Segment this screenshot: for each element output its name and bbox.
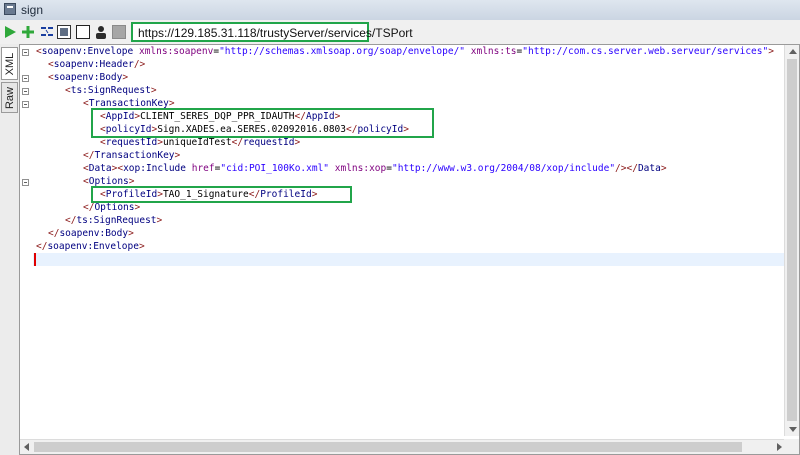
window-icon[interactable] [57, 25, 71, 39]
code-line: </soapenv:Envelope> [36, 241, 145, 252]
code-line: <ts:SignRequest> [65, 85, 157, 96]
code-line: </Options> [83, 202, 141, 213]
code-line: <TransactionKey> [83, 98, 175, 109]
fold-icon[interactable] [22, 179, 29, 186]
code-area[interactable]: <soapenv:Envelope xmlns:soapenv="http://… [33, 45, 786, 436]
scroll-up-icon[interactable] [789, 49, 797, 54]
code-line: </TransactionKey> [83, 150, 181, 161]
tab-raw-label: Raw [3, 86, 16, 109]
horizontal-scrollbar[interactable] [20, 439, 786, 454]
window-title: sign [21, 3, 44, 17]
add-icon[interactable] [21, 25, 35, 39]
code-line: <requestId>uniqueIdTest</requestId> [100, 137, 301, 148]
cursor-line[interactable] [33, 253, 786, 266]
endpoint-url: https://129.185.31.118/trustyServer/serv… [138, 26, 413, 40]
fold-icon[interactable] [22, 88, 29, 95]
code-line: <AppId>CLIENT_SERES_DQP_PPR_IDAUTH</AppI… [100, 111, 341, 122]
endpoint-url-field[interactable]: https://129.185.31.118/trustyServer/serv… [131, 22, 413, 42]
scroll-down-icon[interactable] [789, 427, 797, 432]
user-icon[interactable] [94, 25, 108, 39]
code-line: <Options> [83, 176, 135, 187]
code-line: <soapenv:Header/> [48, 59, 146, 70]
window-icon [4, 3, 16, 15]
editor-tabs: XML Raw [0, 44, 19, 455]
tab-raw[interactable]: Raw [1, 82, 18, 113]
stop-icon[interactable] [76, 25, 90, 39]
horizontal-scroll-thumb[interactable] [34, 442, 742, 452]
fold-gutter [20, 45, 33, 436]
code-line: <soapenv:Envelope xmlns:soapenv="http://… [36, 46, 774, 57]
tab-xml[interactable]: XML [1, 47, 18, 80]
fold-icon[interactable] [22, 101, 29, 108]
xml-editor[interactable]: <soapenv:Envelope xmlns:soapenv="http://… [19, 44, 800, 455]
code-line: </ts:SignRequest> [65, 215, 163, 226]
tab-xml-label: XML [3, 52, 16, 75]
format-icon[interactable] [40, 25, 54, 39]
fold-icon[interactable] [22, 75, 29, 82]
vertical-scroll-thumb[interactable] [787, 59, 797, 421]
fold-icon[interactable] [22, 49, 29, 56]
toolbar: https://129.185.31.118/trustyServer/serv… [0, 20, 800, 44]
code-line: <ProfileId>TAO_1_Signature</ProfileId> [100, 189, 318, 200]
title-bar: sign [0, 0, 800, 21]
vertical-scrollbar[interactable] [784, 45, 799, 436]
scroll-left-icon[interactable] [24, 443, 29, 451]
code-line: <Data><xop:Include href="cid:POI_100Ko.x… [83, 163, 667, 174]
code-line: <soapenv:Body> [48, 72, 129, 83]
run-icon[interactable] [3, 25, 17, 39]
code-line: </soapenv:Body> [48, 228, 134, 239]
scroll-right-icon[interactable] [777, 443, 782, 451]
scrollbar-corner [784, 439, 799, 454]
text-caret [34, 253, 36, 266]
code-line: <policyId>Sign.XADES.ea.SERES.02092016.0… [100, 124, 409, 135]
disabled-icon [112, 25, 126, 39]
